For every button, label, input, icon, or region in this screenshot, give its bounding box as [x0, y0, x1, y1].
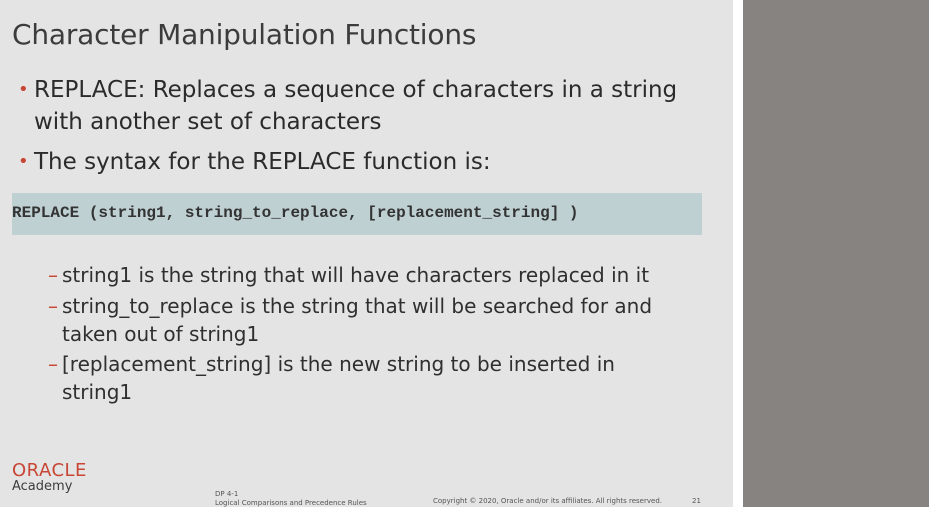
sub-bullet-string-to-replace: – string_to_replace is the string that w… [48, 292, 688, 348]
sub-bullet-replacement-string: – [replacement_string] is the new string… [48, 350, 688, 406]
dash-icon: – [48, 352, 58, 376]
panel-divider [733, 0, 743, 507]
code-block: REPLACE (string1, string_to_replace, [re… [12, 193, 702, 235]
sub-bullet-string1: – string1 is the string that will have c… [48, 261, 688, 289]
bullet-syntax-intro: • The syntax for the REPLACE function is… [18, 146, 698, 178]
code-syntax: REPLACE (string1, string_to_replace, [re… [12, 204, 579, 222]
bullet-line-2: with another set of characters [34, 109, 382, 135]
slide-title: Character Manipulation Functions [12, 18, 477, 51]
bullet-line-1: REPLACE: Replaces a sequence of characte… [34, 77, 678, 103]
oracle-logo-text: ORACLE [12, 460, 87, 481]
academy-logo-text: Academy [12, 479, 73, 494]
bullet-dot-icon: • [18, 79, 29, 100]
slide: Character Manipulation Functions • REPLA… [0, 0, 733, 507]
oracle-academy-logo: ORACLE Academy [12, 460, 87, 494]
footer-topic: Logical Comparisons and Precedence Rules [215, 499, 367, 507]
footer-course-code: DP 4-1 [215, 490, 239, 498]
bullet-replace-description: • REPLACE: Replaces a sequence of charac… [18, 74, 698, 138]
sub-bullet-line-2: string1 [62, 380, 133, 404]
sub-bullet-line-1: [replacement_string] is the new string t… [62, 352, 615, 376]
bullet-line-1: The syntax for the REPLACE function is: [34, 149, 491, 175]
footer-copyright: Copyright © 2020, Oracle and/or its affi… [433, 497, 662, 505]
sub-bullet-line-1: string_to_replace is the string that wil… [62, 294, 653, 318]
bullet-dot-icon: • [18, 151, 29, 172]
footer-page-number: 21 [692, 497, 701, 505]
dash-icon: – [48, 263, 58, 287]
dash-icon: – [48, 294, 58, 318]
sub-bullet-line-2: taken out of string1 [62, 322, 260, 346]
sub-bullet-line-1: string1 is the string that will have cha… [62, 263, 650, 287]
